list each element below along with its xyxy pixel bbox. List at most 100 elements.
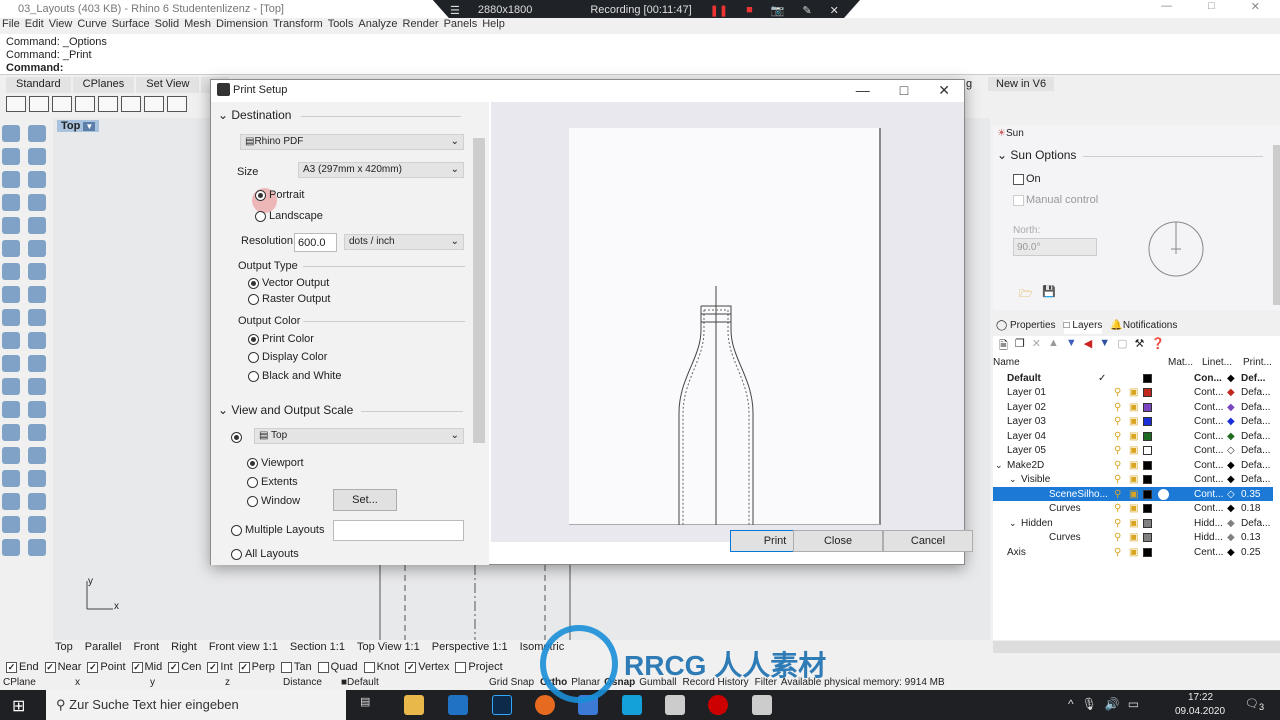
task-view-icon[interactable]: ▤ [360, 695, 380, 715]
layer-print-width[interactable]: Defa... [1241, 402, 1270, 413]
grid-snap-toggle[interactable]: Grid Snap [489, 677, 534, 690]
tab-cplanes[interactable]: CPlanes [72, 77, 135, 93]
move-down-icon[interactable]: ▼ [1066, 337, 1077, 356]
camera-icon[interactable]: 📷 [771, 4, 785, 17]
tool-icon[interactable] [28, 332, 46, 349]
viewport-title-top[interactable]: Top ▼ [57, 120, 100, 132]
close-window-button[interactable]: ✕ [1251, 0, 1260, 13]
layer-color-swatch[interactable] [1143, 388, 1152, 397]
tool-icon[interactable] [2, 171, 20, 188]
tool-icon[interactable] [28, 171, 46, 188]
osnap-mid-checkbox[interactable]: ✓ Mid [131, 661, 162, 673]
edge-icon[interactable] [448, 695, 468, 715]
sun-on-checkbox[interactable]: On [1013, 173, 1041, 185]
delete-icon[interactable]: ✕ [1032, 337, 1041, 356]
view-tab[interactable]: Perspective 1:1 [432, 641, 508, 653]
unlock-icon[interactable]: ▣ [1129, 402, 1138, 413]
layer-color-swatch[interactable] [1143, 533, 1152, 542]
osnap-near-checkbox[interactable]: ✓ Near [44, 661, 81, 673]
layer-row[interactable]: Layer 01 ⚲ ▣ Cont... ◆ Defa... [993, 386, 1273, 400]
osnap-end-checkbox[interactable]: ✓ End [6, 661, 39, 673]
view-tab[interactable]: Right [171, 641, 197, 653]
black-white-radio[interactable]: Black and White [248, 370, 341, 382]
menu-edit[interactable]: Edit [25, 18, 44, 34]
osnap-int-checkbox[interactable]: ✓ Int [207, 661, 233, 673]
layer-print-width[interactable]: 0.25 [1241, 547, 1260, 558]
unlock-icon[interactable]: ▣ [1129, 445, 1138, 456]
menu-dimension[interactable]: Dimension [216, 18, 268, 34]
layer-print-width[interactable]: 0.13 [1241, 532, 1260, 543]
osnap-project-checkbox[interactable]: Project [455, 661, 503, 673]
menu-solid[interactable]: Solid [155, 18, 179, 34]
layer-linetype[interactable]: Cont... [1194, 416, 1223, 427]
filter-icon[interactable]: ▼ [1099, 337, 1110, 356]
tool-icon[interactable] [28, 516, 46, 533]
save-icon[interactable]: 💾 [1042, 285, 1056, 298]
tool-icon[interactable] [28, 286, 46, 303]
lightbulb-icon[interactable]: ⚲ [1114, 445, 1121, 456]
lightbulb-icon[interactable]: ⚲ [1114, 474, 1121, 485]
layer-row[interactable]: ⌄ Hidden ⚲ ▣ Hidd... ◆ Defa... [993, 516, 1273, 530]
view-tab[interactable]: Top View 1:1 [357, 641, 420, 653]
scrollbar[interactable] [473, 138, 485, 443]
unlock-icon[interactable]: ▣ [1129, 431, 1138, 442]
layer-color-swatch[interactable] [1143, 547, 1152, 557]
command-prompt[interactable]: Command: [6, 62, 1274, 75]
menu-view[interactable]: View [49, 18, 73, 34]
tool-icon[interactable] [28, 378, 46, 395]
unlock-icon[interactable]: ▣ [1129, 416, 1138, 427]
layer-color-swatch[interactable] [1143, 504, 1152, 513]
split-horizontal-icon[interactable] [121, 96, 141, 112]
minimize-button[interactable]: — [856, 82, 870, 99]
tool-icon[interactable] [28, 401, 46, 418]
extents-radio[interactable]: Extents [247, 476, 298, 488]
layer-row[interactable]: Curves ⚲ ▣ Cont... ◆ 0.18 [993, 502, 1273, 516]
menu-curve[interactable]: Curve [77, 18, 106, 34]
resolution-unit-select[interactable]: dots / inch ⌄ [344, 234, 464, 250]
layouts-input[interactable] [333, 520, 464, 541]
clock-time[interactable]: 17:22 [1188, 692, 1213, 703]
compass-dial[interactable] [1143, 220, 1209, 280]
layer-color-swatch[interactable] [1143, 431, 1152, 441]
unlock-icon[interactable]: ▣ [1129, 387, 1138, 398]
manual-control-checkbox[interactable]: Manual control [1013, 194, 1098, 206]
tool-icon[interactable] [28, 217, 46, 234]
tool-icon[interactable] [28, 194, 46, 211]
tool-icon[interactable] [2, 516, 20, 533]
tool-icon[interactable] [28, 447, 46, 464]
unlock-icon[interactable]: ▣ [1129, 547, 1138, 558]
maximize-button[interactable]: □ [1208, 0, 1215, 13]
tool-icon[interactable] [28, 125, 46, 142]
lightbulb-icon[interactable]: ⚲ [1114, 489, 1121, 500]
current-layer[interactable]: ■Default [341, 677, 489, 690]
layer-print-width[interactable]: Defa... [1241, 518, 1270, 529]
layer-row[interactable]: Default ✓ Con... ◆ Def... [993, 371, 1273, 385]
layer-color-swatch[interactable] [1143, 417, 1152, 426]
layer-row[interactable]: ⌄ Make2D ⚲ ▣ Cont... ◆ Defa... [993, 458, 1273, 472]
layer-linetype[interactable]: Cont... [1194, 460, 1223, 471]
tool-icon[interactable] [2, 263, 20, 280]
tab-notifications[interactable]: 🔔Notifications [1110, 320, 1177, 334]
menu-panels[interactable]: Panels [444, 18, 478, 34]
tools-icon[interactable]: ⚒ [1135, 337, 1145, 356]
layer-row[interactable]: Layer 04 ⚲ ▣ Cont... ◆ Defa... [993, 429, 1273, 443]
landscape-radio[interactable]: Landscape [255, 210, 323, 222]
grid-icon[interactable] [167, 96, 187, 112]
layer-row[interactable]: Axis ⚲ ▣ Cent... ◆ 0.25 [993, 545, 1273, 559]
vector-output-radio[interactable]: Vector Output [248, 277, 329, 289]
unlock-icon[interactable]: ▣ [1129, 474, 1138, 485]
close-dialog-button[interactable]: ✕ [938, 82, 950, 99]
layer-linetype[interactable]: Cont... [1194, 445, 1223, 456]
lightbulb-icon[interactable]: ⚲ [1114, 503, 1121, 514]
tab-set-view[interactable]: Set View [136, 77, 200, 93]
layer-print-width[interactable]: Defa... [1241, 460, 1270, 471]
floating-viewport-icon[interactable] [98, 96, 118, 112]
osnap-tan-checkbox[interactable]: Tan [280, 661, 312, 673]
single-viewport-icon[interactable] [52, 96, 72, 112]
tool-icon[interactable] [2, 470, 20, 487]
osnap-point-checkbox[interactable]: ✓ Point [87, 661, 126, 673]
layer-color-swatch[interactable] [1143, 373, 1152, 383]
tool-icon[interactable] [2, 424, 20, 441]
copy-icon[interactable]: ▢ [1117, 337, 1127, 356]
tool-icon[interactable] [2, 332, 20, 349]
